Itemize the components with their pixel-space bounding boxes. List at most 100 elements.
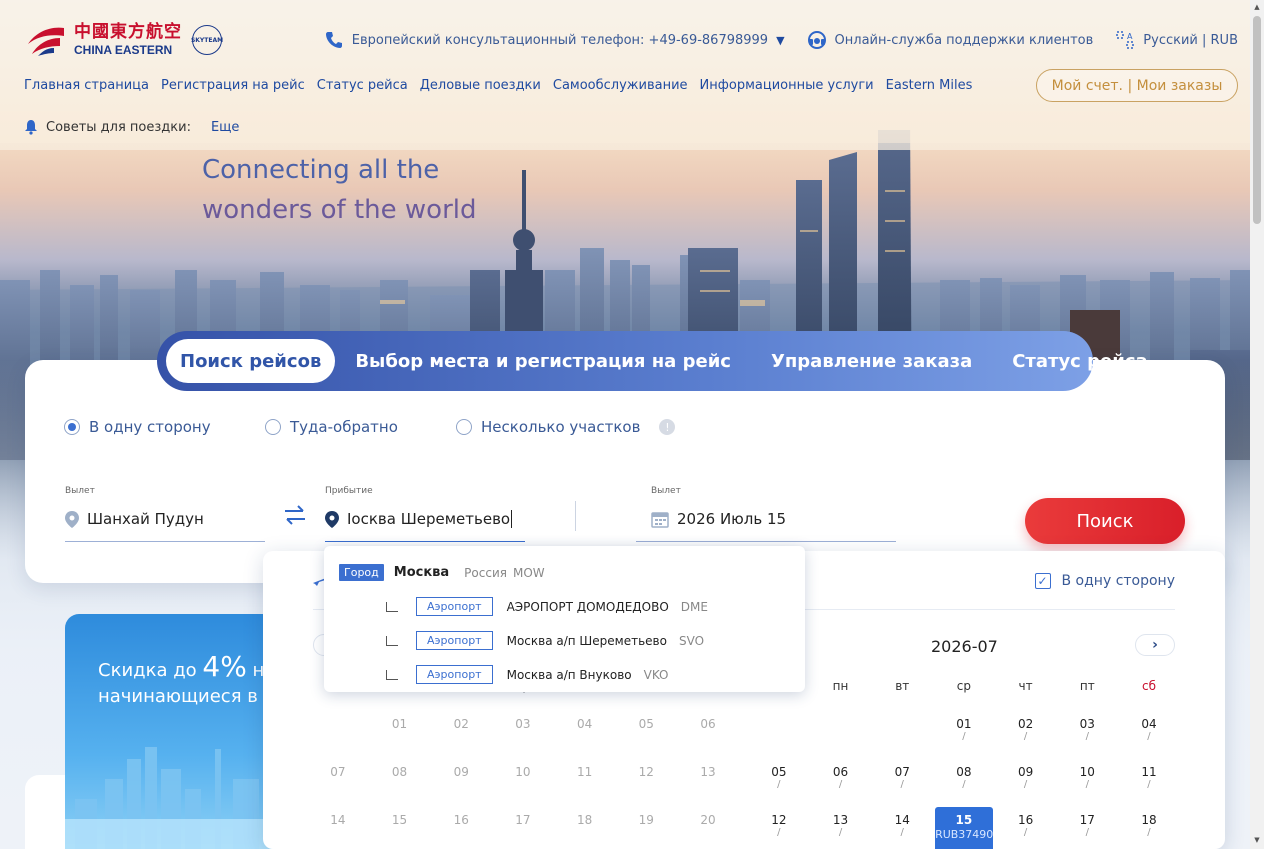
suggestion-airport-code: DME [680, 599, 708, 614]
scrollbar-thumb[interactable] [1253, 16, 1261, 224]
calendar-day-selected[interactable]: 15 RUB37490 [935, 807, 993, 849]
promo-banner[interactable]: Скидка до 4% на начинающиеся в [65, 614, 285, 849]
calendar-day[interactable]: 16/ [995, 807, 1057, 849]
search-button[interactable]: Поиск [1025, 498, 1185, 544]
scroll-down-arrow-icon[interactable]: ▼ [1253, 836, 1261, 846]
calendar-day[interactable]: 12/ [748, 807, 810, 849]
calendar-day-number: 10 [515, 765, 531, 779]
calendar-icon [651, 512, 669, 528]
calendar-day[interactable]: 14/ [871, 807, 933, 849]
calendar-day-empty [748, 711, 810, 759]
travel-tips-more-link[interactable]: Еще [211, 120, 239, 135]
nav-item-flight-status[interactable]: Статус рейса [317, 78, 408, 93]
calendar-day[interactable]: 09/ [995, 759, 1057, 807]
suggestion-airport-svo[interactable]: Аэропорт Москва а/п Шереметьево SVO [386, 631, 704, 650]
calendar-day-price: / [1023, 731, 1028, 742]
nav-item-eastern-miles[interactable]: Eastern Miles [886, 78, 973, 93]
language-currency-selector[interactable]: A Русский | RUB [1115, 30, 1238, 50]
calendar-day[interactable]: 18/ [1118, 807, 1180, 849]
promo-line1-prefix: Скидка до [98, 660, 203, 681]
nav-item-home[interactable]: Главная страница [24, 78, 149, 93]
arrival-input[interactable]: Іосква Шереметьево [347, 510, 513, 528]
online-support[interactable]: Онлайн-служба поддержки клиентов [807, 30, 1093, 50]
calendar-day-number: 15 [955, 813, 973, 827]
promo-line2: начинающиеся в [98, 686, 258, 707]
radio-multi-city[interactable]: Несколько участков ! [456, 418, 676, 436]
nav-item-info-services[interactable]: Информационные услуги [700, 78, 874, 93]
trip-type-selector: В одну сторону Туда-обратно Несколько уч… [64, 418, 676, 436]
radio-round-trip-indicator [265, 419, 281, 435]
swap-icon[interactable] [282, 503, 308, 527]
calendar-day[interactable]: 11/ [1118, 759, 1180, 807]
one-way-checkbox[interactable]: ✓ В одну сторону [1034, 573, 1175, 589]
tab-manage-booking[interactable]: Управление заказа [751, 339, 992, 383]
calendar-day[interactable]: 08/ [933, 759, 995, 807]
calendar-grid-current-month: вс пн вт ср чт пт сб 01/ 02/ 03/ 04/ 05/… [748, 679, 1180, 849]
brand-name-en: CHINA EASTERN [74, 43, 173, 57]
calendar-grid-previous-month: вс пн вт ср чт пт сб 01 02 03 04 05 06 0… [307, 679, 739, 849]
calendar-day[interactable]: 17/ [1056, 807, 1118, 849]
suggestion-airport-vko[interactable]: Аэропорт Москва а/п Внуково VKO [386, 665, 669, 684]
calendar-day-number: 07 [330, 765, 346, 779]
calendar-day: 19 [615, 807, 677, 849]
checkbox-checked-icon: ✓ [1034, 573, 1051, 589]
calendar-day[interactable]: 05/ [748, 759, 810, 807]
calendar-day-number: 17 [515, 813, 531, 827]
next-month-button[interactable]: › [1135, 634, 1175, 656]
radio-multi-city-label: Несколько участков [481, 418, 641, 436]
calendar-day-number: 18 [576, 813, 593, 827]
arrival-field[interactable]: Прибытие Іосква Шереметьево [325, 486, 525, 542]
calendar-day: 09 [430, 759, 492, 807]
tab-flight-status[interactable]: Статус рейса [992, 339, 1167, 383]
nav-item-business-travel[interactable]: Деловые поездки [420, 78, 541, 93]
calendar-day[interactable]: 07/ [871, 759, 933, 807]
weekday-sat: сб [1141, 679, 1156, 693]
tab-seat-checkin[interactable]: Выбор места и регистрация на рейс [335, 339, 751, 383]
phone-contact[interactable]: Европейский консультационный телефон: +4… [324, 30, 785, 50]
suggestion-airport-dme[interactable]: Аэропорт АЭРОПОРТ ДОМОДЕДОВО DME [386, 597, 708, 616]
chevron-down-icon[interactable]: ▼ [776, 34, 784, 47]
radio-round-trip-label: Туда-обратно [290, 418, 398, 436]
calendar-day[interactable]: 04/ [1118, 711, 1180, 759]
nav-item-checkin[interactable]: Регистрация на рейс [161, 78, 305, 93]
calendar-day[interactable]: 10/ [1056, 759, 1118, 807]
scroll-up-arrow-icon[interactable]: ▲ [1253, 3, 1261, 13]
suggestion-country: Россия [464, 565, 507, 580]
info-icon[interactable]: ! [659, 419, 676, 435]
departure-field[interactable]: Вылет Шанхай Пудун [65, 486, 265, 542]
tree-branch-icon [386, 601, 398, 612]
tab-flight-search[interactable]: Поиск рейсов [166, 339, 336, 383]
date-input[interactable]: 2026 Июль 15 [677, 510, 786, 528]
calendar-day-number: 09 [453, 765, 469, 779]
account-orders-button[interactable]: Мой счет. | Мои заказы [1036, 69, 1238, 102]
location-pin-icon [325, 510, 339, 528]
calendar-day-number: 01 [956, 717, 972, 731]
calendar-day-number: 08 [956, 765, 972, 779]
calendar-day: 06 [677, 711, 739, 759]
calendar-day[interactable]: 02/ [995, 711, 1057, 759]
page-scrollbar[interactable]: ▲ ▼ [1250, 0, 1264, 849]
calendar-day-price: / [777, 827, 781, 838]
calendar-day[interactable]: 06/ [810, 759, 872, 807]
calendar-day-number: 05 [638, 717, 654, 731]
calendar-day-number: 02 [453, 717, 469, 731]
radio-round-trip[interactable]: Туда-обратно [265, 418, 456, 436]
brand-name-cn: 中國東方航空 [74, 22, 182, 42]
departure-input[interactable]: Шанхай Пудун [87, 510, 204, 528]
calendar-day[interactable]: 03/ [1056, 711, 1118, 759]
calendar-day: 04 [554, 711, 616, 759]
phone-icon [325, 32, 342, 48]
calendar-day: 10 [492, 759, 554, 807]
calendar-day-price: / [962, 731, 966, 742]
calendar-day-number: 12 [638, 765, 654, 779]
calendar-day[interactable]: 13/ [810, 807, 872, 849]
nav-item-self-service[interactable]: Самообслуживание [553, 78, 688, 93]
calendar-day: 12 [615, 759, 677, 807]
calendar-day-number: 09 [1017, 765, 1034, 779]
brand-logo[interactable]: 中國東方航空 CHINA EASTERN SKYTEAM [24, 22, 223, 58]
month-title: 2026-07 [931, 637, 998, 656]
radio-one-way[interactable]: В одну сторону [64, 418, 265, 436]
calendar-day[interactable]: 01/ [933, 711, 995, 759]
suggestion-city-moscow[interactable]: Город Москва Россия MOW [339, 564, 545, 581]
date-field[interactable]: Вылет 2026 Июль 15 [636, 486, 896, 542]
